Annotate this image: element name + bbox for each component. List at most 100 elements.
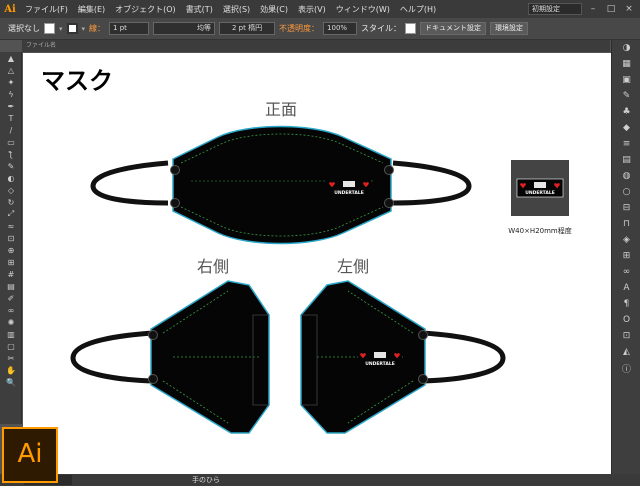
gradient-panel-icon[interactable]: ▤ bbox=[612, 152, 640, 168]
gradient-tool-icon[interactable]: ▤ bbox=[0, 280, 22, 292]
paragraph-icon[interactable]: ¶ bbox=[612, 296, 640, 312]
opentype-icon[interactable]: O bbox=[612, 312, 640, 328]
menu-file[interactable]: ファイル(F) bbox=[20, 4, 73, 15]
transform-icon[interactable]: ⊡ bbox=[612, 328, 640, 344]
symbols-icon[interactable]: ♣ bbox=[612, 104, 640, 120]
stroke-dropdown-icon[interactable]: ▾ bbox=[82, 25, 86, 33]
left-ear-loop bbox=[422, 330, 506, 384]
brush-select[interactable]: 2 pt 楕円 bbox=[219, 22, 276, 35]
info-icon[interactable]: ⓘ bbox=[612, 360, 640, 376]
artboard-tool-icon[interactable]: ▢ bbox=[0, 340, 22, 352]
stroke-label[interactable]: 線： bbox=[89, 23, 105, 34]
free-transform-icon[interactable]: ⊡ bbox=[0, 232, 22, 244]
style-swatch[interactable] bbox=[405, 23, 417, 34]
selection-tool-icon[interactable]: ▲ bbox=[0, 52, 22, 64]
right-view-label: 右側 bbox=[197, 257, 229, 276]
menu-help[interactable]: ヘルプ(H) bbox=[395, 4, 441, 15]
menu-type[interactable]: 書式(T) bbox=[181, 4, 218, 15]
stroke-profile-select[interactable]: 均等 bbox=[153, 22, 216, 35]
symbol-sprayer-icon[interactable]: ✺ bbox=[0, 316, 22, 328]
document-tab[interactable]: ファイル名 bbox=[22, 40, 610, 52]
mesh-tool-icon[interactable]: # bbox=[0, 268, 22, 280]
stroke-panel-icon[interactable]: ≡ bbox=[612, 136, 640, 152]
hand-tool-icon[interactable]: ✋ bbox=[0, 364, 22, 376]
right-ear-loop bbox=[70, 330, 154, 384]
opacity-label[interactable]: 不透明度： bbox=[279, 23, 319, 34]
left-logo-text: UNDERTALE bbox=[365, 361, 395, 367]
artboards-icon[interactable]: ⊞ bbox=[612, 248, 640, 264]
front-view-label: 正面 bbox=[265, 100, 297, 119]
front-logo-text: UNDERTALE bbox=[334, 190, 364, 196]
column-graph-icon[interactable]: ▥ bbox=[0, 328, 22, 340]
slice-tool-icon[interactable]: ✂ bbox=[0, 352, 22, 364]
left-side-mask: UNDERTALE bbox=[300, 280, 506, 434]
transparency-icon[interactable]: ◍ bbox=[612, 168, 640, 184]
menu-object[interactable]: オブジェクト(O) bbox=[110, 4, 181, 15]
restore-button[interactable]: □ bbox=[604, 3, 618, 15]
swatches-icon[interactable]: ▣ bbox=[612, 72, 640, 88]
layers-icon[interactable]: ◈ bbox=[612, 232, 640, 248]
fill-dropdown-icon[interactable]: ▾ bbox=[59, 25, 63, 33]
menu-view[interactable]: 表示(V) bbox=[293, 4, 331, 15]
pathfinder-icon[interactable]: ⊓ bbox=[612, 216, 640, 232]
menu-window[interactable]: ウィンドウ(W) bbox=[331, 4, 395, 15]
rectangle-tool-icon[interactable]: ▭ bbox=[0, 136, 22, 148]
brushes-icon[interactable]: ✎ bbox=[612, 88, 640, 104]
direct-selection-tool-icon[interactable]: △ bbox=[0, 64, 22, 76]
menu-effect[interactable]: 効果(C) bbox=[255, 4, 293, 15]
zoom-tool-icon[interactable]: 🔍 bbox=[0, 376, 22, 388]
pencil-icon[interactable]: ✎ bbox=[0, 160, 22, 172]
menu-edit[interactable]: 編集(E) bbox=[73, 4, 110, 15]
artboard-title: マスク bbox=[41, 66, 113, 95]
lasso-icon[interactable]: ϟ bbox=[0, 88, 22, 100]
front-rivet bbox=[170, 165, 180, 175]
front-rivet bbox=[384, 165, 394, 175]
eraser-icon[interactable]: ◇ bbox=[0, 184, 22, 196]
links-icon[interactable]: ∞ bbox=[612, 264, 640, 280]
control-bar: 選択なし ▾ ▾ 線： 1 pt 均等 2 pt 楕円 不透明度： 100% ス… bbox=[0, 18, 640, 40]
paintbrush-icon[interactable]: ƪ bbox=[0, 148, 22, 160]
logo-preview-text: UNDERTALE bbox=[525, 190, 555, 196]
perspective-grid-icon[interactable]: ⊞ bbox=[0, 256, 22, 268]
illustrator-badge-icon: Ai bbox=[2, 427, 58, 483]
style-label: スタイル： bbox=[361, 24, 402, 33]
pen-tool-icon[interactable]: ✒ bbox=[0, 100, 22, 112]
preferences-button[interactable]: 環境設定 bbox=[490, 22, 529, 35]
width-tool-icon[interactable]: ≈ bbox=[0, 220, 22, 232]
stroke-weight-field[interactable]: 1 pt bbox=[109, 22, 150, 35]
shape-builder-icon[interactable]: ⊕ bbox=[0, 244, 22, 256]
left-logo: UNDERTALE bbox=[358, 350, 402, 368]
front-left-ear-loop bbox=[90, 160, 169, 206]
blob-brush-icon[interactable]: ◐ bbox=[0, 172, 22, 184]
close-button[interactable]: × bbox=[622, 3, 636, 15]
right-side-mask bbox=[70, 280, 270, 434]
tools-panel: ▲ △ ✦ ϟ ✒ T / ▭ ƪ ✎ ◐ ◇ ↻ ⤢ ≈ ⊡ ⊕ ⊞ # ▤ ✐ ∞ ✺ ▥ ▢ ✂ ✋ 🔍 bbox=[0, 52, 22, 424]
stroke-swatch[interactable] bbox=[66, 23, 78, 34]
color-guide-icon[interactable]: ▦ bbox=[612, 56, 640, 72]
fill-swatch[interactable] bbox=[44, 23, 55, 34]
appearance-icon[interactable]: ○ bbox=[612, 184, 640, 200]
color-panel-icon[interactable]: ◑ bbox=[612, 40, 640, 56]
menu-select[interactable]: 選択(S) bbox=[218, 4, 255, 15]
magic-wand-icon[interactable]: ✦ bbox=[0, 76, 22, 88]
line-tool-icon[interactable]: / bbox=[0, 124, 22, 136]
type-tool-icon[interactable]: T bbox=[0, 112, 22, 124]
minimize-button[interactable]: – bbox=[586, 3, 600, 15]
app-logo: Ai bbox=[4, 3, 16, 15]
artboard-canvas[interactable]: マスク 正面 UNDERTALE UNDERTALE W40×H20mm程度 右… bbox=[23, 53, 611, 474]
workspace-switcher[interactable]: 初期設定 bbox=[528, 3, 582, 15]
document-setup-button[interactable]: ドキュメント設定 bbox=[420, 22, 487, 35]
navigator-icon[interactable]: ◭ bbox=[612, 344, 640, 360]
panel-dock: ◑ ▦ ▣ ✎ ♣ ◆ ≡ ▤ ◍ ○ ⊟ ⊓ ◈ ⊞ ∞ A ¶ O ⊡ ◭ ⓘ bbox=[611, 40, 640, 474]
left-view-label: 左側 bbox=[337, 257, 369, 276]
eyedropper-icon[interactable]: ✐ bbox=[0, 292, 22, 304]
rotate-tool-icon[interactable]: ↻ bbox=[0, 196, 22, 208]
align-icon[interactable]: ⊟ bbox=[612, 200, 640, 216]
front-rivet bbox=[384, 198, 394, 208]
scale-tool-icon[interactable]: ⤢ bbox=[0, 208, 22, 220]
opacity-field[interactable]: 100% bbox=[323, 22, 358, 35]
menu-bar: Ai ファイル(F) 編集(E) オブジェクト(O) 書式(T) 選択(S) 効… bbox=[0, 0, 640, 18]
blend-tool-icon[interactable]: ∞ bbox=[0, 304, 22, 316]
graphic-styles-icon[interactable]: ◆ bbox=[612, 120, 640, 136]
character-icon[interactable]: A bbox=[612, 280, 640, 296]
